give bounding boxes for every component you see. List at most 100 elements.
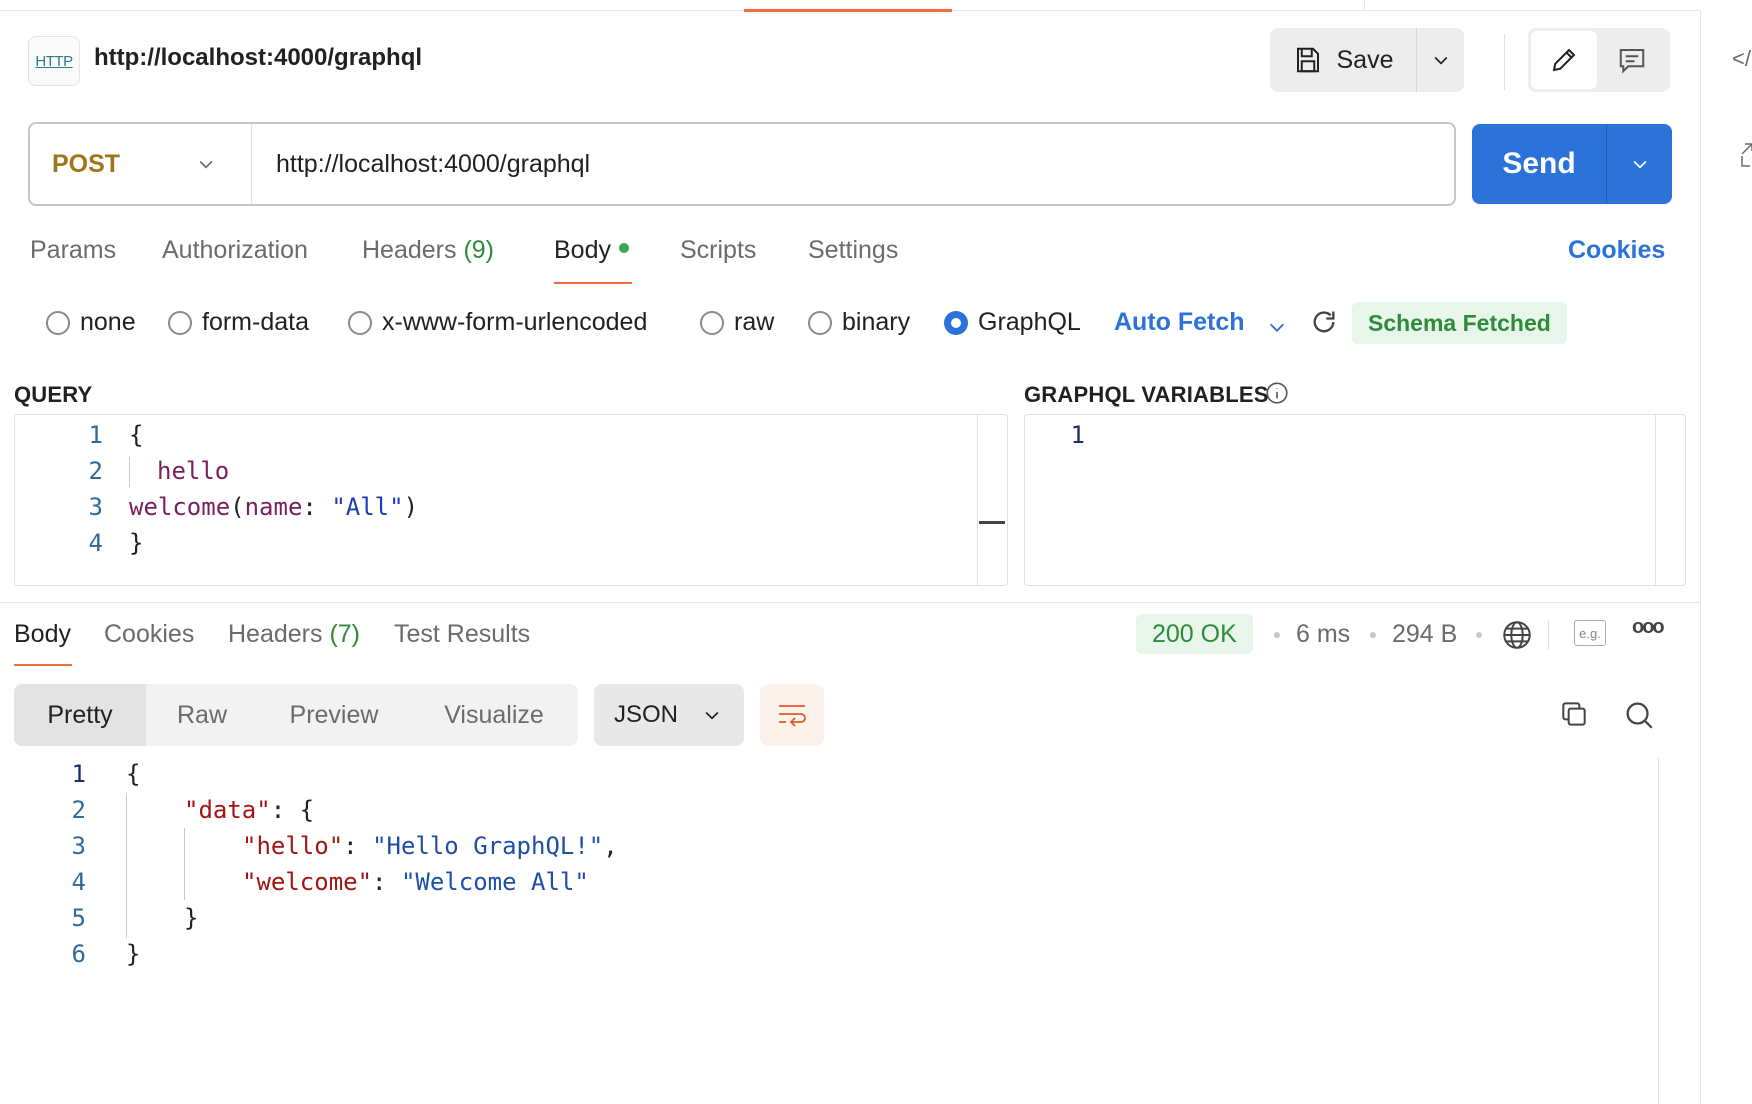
indent-guide (184, 828, 185, 900)
send-button[interactable]: Send (1472, 124, 1606, 204)
code-paren: ) (403, 493, 419, 521)
radio-binary[interactable]: binary (808, 308, 910, 337)
tab-params[interactable]: Params (30, 236, 116, 265)
save-options-button[interactable] (1416, 28, 1464, 92)
json-value: "Welcome All" (400, 868, 589, 896)
url-input[interactable] (252, 124, 1454, 204)
code-line: { (129, 421, 144, 449)
info-icon[interactable] (1264, 380, 1290, 411)
chevron-down-icon (705, 711, 719, 720)
send-options-button[interactable] (1606, 124, 1672, 204)
response-headers-count: (7) (329, 620, 361, 648)
view-tab-pretty[interactable]: Pretty (14, 684, 146, 746)
code-line: { (126, 760, 141, 788)
line-number: 1 (71, 760, 86, 788)
response-tab-headers[interactable]: Headers (7) (228, 620, 360, 649)
radio-circle-checked (944, 310, 968, 335)
scroll-thumb[interactable] (979, 521, 1005, 524)
copy-icon[interactable] (1558, 698, 1590, 735)
radio-urlencoded[interactable]: x-www-form-urlencoded (348, 308, 647, 337)
radio-form-data[interactable]: form-data (168, 308, 309, 337)
more-options-icon[interactable]: ooo (1632, 616, 1665, 639)
status-badge[interactable]: 200 OK (1136, 614, 1253, 654)
request-title[interactable]: http://localhost:4000/graphql (94, 44, 422, 72)
pane-divider[interactable] (0, 602, 1700, 603)
search-icon[interactable] (1622, 698, 1656, 737)
format-select[interactable]: JSON (594, 684, 744, 746)
response-tab-underline (14, 664, 72, 666)
radio-circle (46, 310, 70, 335)
tab-scripts[interactable]: Scripts (680, 236, 756, 265)
editor-scrollbar[interactable] (1655, 415, 1685, 585)
radio-raw[interactable]: raw (700, 308, 774, 337)
radio-graphql[interactable]: GraphQL (944, 308, 1081, 337)
indent-guide (126, 794, 127, 938)
response-scrollbar[interactable] (1658, 758, 1659, 1104)
json-key: "welcome" (242, 868, 373, 896)
line-number: 3 (88, 493, 103, 521)
save-button-group: Save (1270, 28, 1464, 92)
json-punct: : (343, 832, 373, 860)
radio-circle (168, 310, 192, 335)
expand-icon[interactable] (1740, 142, 1752, 175)
line-number: 5 (71, 904, 86, 932)
chevron-down-icon (1269, 323, 1285, 332)
wrap-lines-button[interactable] (760, 684, 824, 746)
response-time[interactable]: 6 ms (1296, 620, 1350, 649)
line-number: 6 (71, 940, 86, 968)
variables-editor[interactable]: 1 (1024, 414, 1686, 586)
globe-icon[interactable] (1500, 618, 1534, 657)
method-select[interactable]: POST (30, 124, 252, 204)
view-tab-raw[interactable]: Raw (146, 684, 258, 746)
query-editor[interactable]: 1 2 3 4 { hello welcome(name: "All") } (14, 414, 1008, 586)
cookies-link[interactable]: Cookies (1568, 236, 1665, 265)
http-request-icon: HTTP (28, 36, 80, 86)
radio-none[interactable]: none (46, 308, 136, 337)
code-snippet-icon[interactable]: </ (1732, 46, 1751, 72)
response-body[interactable]: 1 2 3 4 5 6 { "data": { "hello": "Hello … (0, 758, 1658, 1104)
chevron-down-icon (1434, 56, 1447, 65)
indent-guide (129, 457, 130, 487)
radio-circle (700, 310, 724, 335)
auto-fetch-toggle[interactable]: Auto Fetch (1114, 308, 1245, 337)
example-icon: e.g. (1579, 625, 1601, 641)
response-tab-cookies[interactable]: Cookies (104, 620, 194, 649)
tab-body[interactable]: Body (554, 236, 629, 265)
save-button[interactable]: Save (1270, 28, 1416, 92)
tab-settings[interactable]: Settings (808, 236, 898, 265)
refresh-schema-button[interactable] (1310, 308, 1338, 341)
code-line: } (126, 940, 141, 968)
tab-headers-label: Headers (362, 236, 457, 264)
auto-fetch-options[interactable] (1266, 316, 1288, 343)
radio-circle (808, 310, 832, 335)
edit-button[interactable] (1531, 31, 1597, 89)
view-tab-visualize[interactable]: Visualize (410, 684, 578, 746)
code-field: welcome (129, 493, 231, 521)
tab-headers[interactable]: Headers (9) (362, 236, 494, 265)
tab-body-label: Body (554, 236, 611, 264)
line-number: 4 (88, 529, 103, 557)
chevron-down-icon (1633, 160, 1646, 169)
meta-separator (1274, 632, 1280, 638)
editor-scrollbar[interactable] (977, 415, 1007, 585)
save-label: Save (1336, 45, 1394, 74)
radio-label: x-www-form-urlencoded (382, 308, 648, 336)
response-tab-test-results[interactable]: Test Results (394, 620, 530, 649)
json-punct: , (603, 832, 618, 860)
send-button-group: Send (1472, 124, 1672, 204)
response-tab-body[interactable]: Body (14, 620, 71, 649)
http-badge-label: HTTP (35, 52, 73, 70)
radio-label: binary (842, 308, 911, 336)
response-size[interactable]: 294 B (1392, 620, 1457, 649)
radio-circle (348, 310, 372, 335)
tab-authorization[interactable]: Authorization (162, 236, 308, 265)
right-sidebar-border (1700, 10, 1701, 1104)
json-punct: : { (270, 796, 315, 824)
line-number: 2 (71, 796, 86, 824)
chevron-down-icon (199, 160, 213, 169)
code-arg: name (244, 493, 303, 521)
toolbar-divider (1504, 34, 1505, 90)
comments-button[interactable] (1597, 31, 1667, 89)
save-example-button[interactable]: e.g. (1574, 620, 1606, 646)
view-tab-preview[interactable]: Preview (258, 684, 410, 746)
